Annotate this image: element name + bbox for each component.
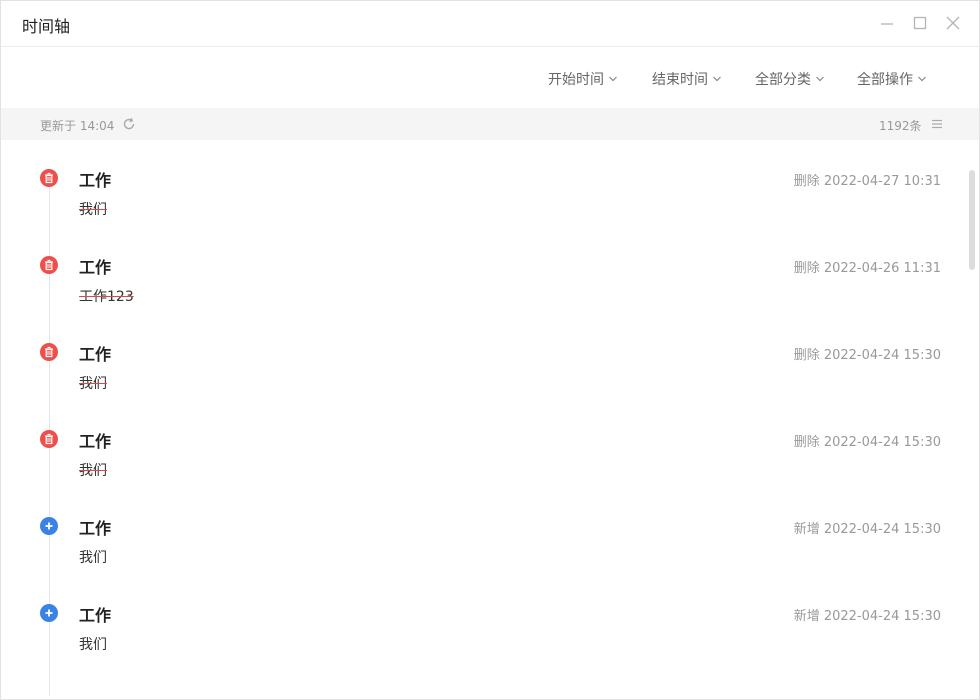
scrollbar-thumb[interactable] [969,170,975,270]
window-title: 时间轴 [22,17,71,36]
entry-category: 工作 [79,519,112,538]
entry-meta: 删除 2022-04-24 15:30 [793,348,941,363]
timeline-entry[interactable]: 工作 删除 2022-04-24 15:30 我们 [1,314,961,401]
entry-content: 我们 [79,637,107,653]
entry-category: 工作 [79,345,112,364]
minimize-button[interactable] [878,14,896,32]
entry-category: 工作 [79,258,112,277]
filter-label: 结束时间 [652,72,708,88]
title-bar: 时间轴 [1,1,979,47]
entry-content: 工作123 [79,289,134,305]
entry-category: 工作 [79,606,112,625]
entry-content: 我们 [79,550,107,566]
end-time-filter[interactable]: 结束时间 [652,69,722,89]
trash-icon [40,256,58,274]
minimize-icon [881,23,893,25]
chevron-down-icon [713,76,721,82]
chevron-down-icon [816,76,824,82]
entry-meta: 删除 2022-04-24 15:30 [793,435,941,450]
entry-meta: 新增 2022-04-24 15:30 [793,609,941,624]
scrollbar[interactable] [967,140,979,696]
menu-icon[interactable] [930,117,944,134]
trash-icon [40,169,58,187]
filter-bar: 开始时间 结束时间 全部分类 全部操作 [1,48,979,108]
chevron-down-icon [918,76,926,82]
count-text: 1192条 [879,119,922,133]
status-bar: 更新于 14:04 1192条 [1,108,979,140]
entry-category: 工作 [79,432,112,451]
plus-icon [40,604,58,622]
plus-icon [40,517,58,535]
entry-meta: 删除 2022-04-27 10:31 [793,174,941,189]
timeline-entry[interactable]: 工作 删除 2022-04-26 11:31 工作123 [1,227,961,314]
timeline-window: 时间轴 开始时间 结束时间 全部分类 全部操作 更新于 14:04 1192条 … [0,0,980,700]
entry-content: 我们 [79,463,107,479]
start-time-filter[interactable]: 开始时间 [548,69,618,89]
category-filter[interactable]: 全部分类 [755,69,825,89]
operation-filter[interactable]: 全部操作 [857,69,927,89]
maximize-button[interactable] [911,14,929,32]
filter-label: 全部操作 [857,72,913,88]
maximize-icon [913,16,927,30]
close-icon [946,16,960,30]
trash-icon [40,430,58,448]
filter-label: 全部分类 [755,72,811,88]
timeline-entry[interactable]: 工作 新增 2022-04-24 15:30 我们 [1,575,961,662]
timeline-list: 工作 删除 2022-04-27 10:31 我们 工作 删除 2022-04-… [1,140,967,696]
timeline-entry[interactable]: 工作 新增 2022-04-24 15:30 我们 [1,488,961,575]
timeline-entry[interactable]: 工作 删除 2022-04-24 15:30 我们 [1,401,961,488]
chevron-down-icon [609,76,617,82]
filter-label: 开始时间 [548,72,604,88]
close-button[interactable] [944,14,962,32]
timeline-entry[interactable]: 工作 删除 2022-04-27 10:31 我们 [1,140,961,227]
update-status: 更新于 14:04 [40,117,136,134]
refresh-icon[interactable] [122,117,136,134]
record-count: 1192条 [879,117,944,134]
entry-content: 我们 [79,202,107,218]
entry-meta: 新增 2022-04-24 15:30 [793,522,941,537]
updated-text: 更新于 14:04 [40,119,115,133]
entry-content: 我们 [79,376,107,392]
trash-icon [40,343,58,361]
entry-category: 工作 [79,171,112,190]
entry-meta: 删除 2022-04-26 11:31 [793,261,941,276]
